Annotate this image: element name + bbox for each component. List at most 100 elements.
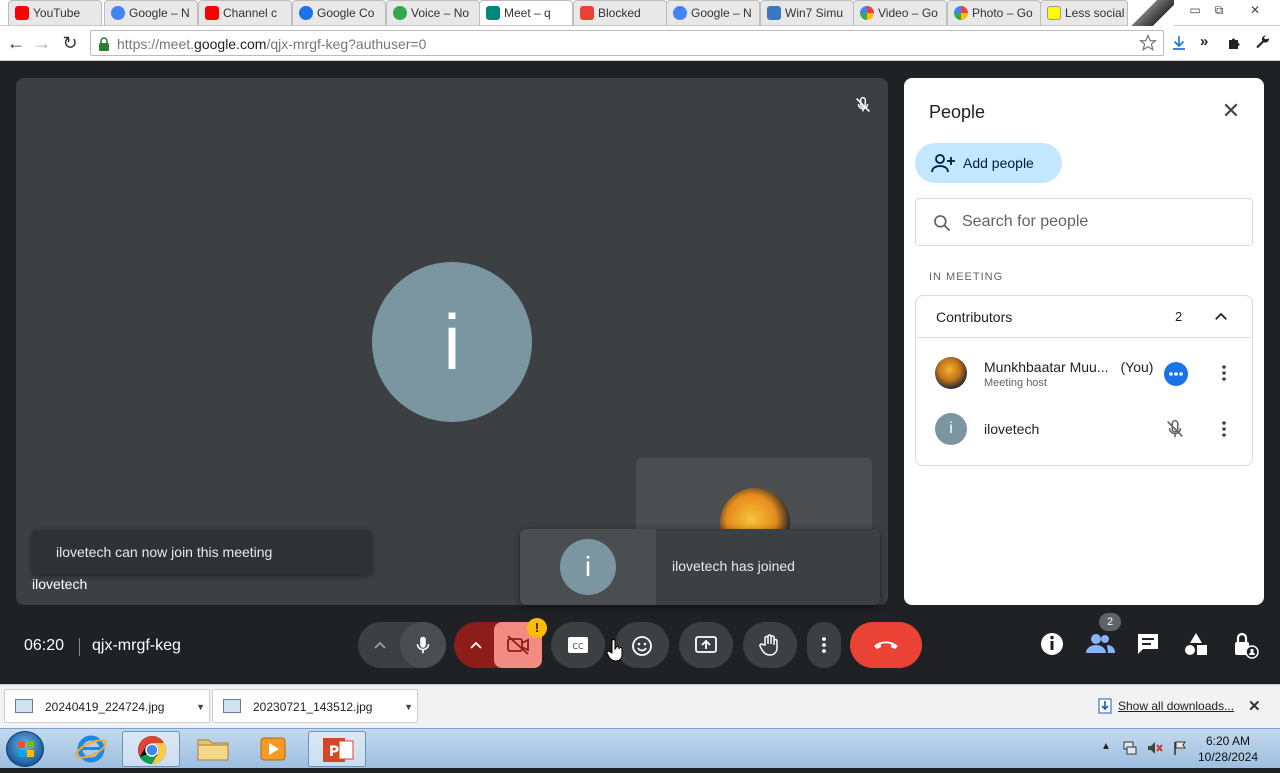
contributors-section: Contributors 2 Munkhbaatar Muu... (You) M…: [915, 295, 1253, 466]
close-window-button[interactable]: ✕: [1244, 2, 1266, 18]
people-count-badge: 2: [1099, 613, 1121, 631]
tray-date[interactable]: 10/28/2024: [1196, 750, 1260, 764]
windows-logo-icon: [18, 741, 34, 757]
taskbar-file-explorer[interactable]: [184, 731, 242, 767]
new-tab-button[interactable]: [1128, 0, 1174, 26]
emoji-icon: [632, 636, 652, 656]
back-icon[interactable]: ←: [4, 32, 28, 54]
toast-avatar: i: [560, 539, 616, 595]
taskbar-powerpoint[interactable]: P: [308, 731, 366, 767]
reload-icon[interactable]: ↻: [58, 32, 82, 54]
tab-win7[interactable]: Win7 Simu: [760, 0, 854, 25]
contributors-header[interactable]: Contributors 2: [916, 296, 1252, 338]
tab-google-2[interactable]: Google – N: [666, 0, 760, 25]
svg-text:CC: CC: [572, 642, 584, 651]
add-people-button[interactable]: Add people: [915, 143, 1062, 183]
host-controls-icon[interactable]: [1224, 624, 1264, 664]
present-screen-button[interactable]: [679, 622, 733, 668]
network-icon[interactable]: [1122, 740, 1138, 756]
tab-youtube[interactable]: YouTube: [8, 0, 102, 25]
browser-toolbar: ← → ↻ https://meet.google.com/qjx-mrgf-k…: [0, 26, 1280, 61]
more-options-icon[interactable]: [1216, 419, 1232, 439]
volume-muted-icon[interactable]: [1146, 740, 1164, 756]
taskbar-media-player[interactable]: [244, 731, 302, 767]
mic-off-icon[interactable]: [1164, 418, 1186, 440]
tray-expand-icon[interactable]: ▲: [1101, 741, 1111, 752]
more-options-icon[interactable]: [1216, 363, 1232, 383]
tab-voice[interactable]: Voice – No: [386, 0, 480, 25]
microphone-icon: [416, 636, 430, 654]
download-icon[interactable]: [1170, 34, 1188, 52]
google-icon: [673, 6, 687, 20]
tab-label: Meet – q: [504, 6, 551, 20]
close-icon[interactable]: ✕: [1248, 697, 1261, 715]
download-item[interactable]: 20230721_143512.jpg ▼: [212, 689, 418, 723]
panel-title: People: [929, 102, 986, 122]
tab-label: Google Co: [317, 6, 375, 20]
star-icon[interactable]: [1139, 34, 1157, 52]
powerpoint-icon: P: [323, 738, 354, 762]
svg-text:P: P: [329, 744, 339, 760]
more-options-button[interactable]: [807, 622, 841, 668]
chevron-down-icon[interactable]: ▼: [404, 690, 413, 724]
participant-row[interactable]: i ilovetech: [916, 401, 1252, 457]
tab-google-contacts[interactable]: Google Co: [292, 0, 386, 25]
minimize-button[interactable]: ▭: [1184, 2, 1206, 18]
participant-name-label: ilovetech: [32, 576, 88, 592]
join-permission-notice: ilovetech can now join this meeting: [32, 530, 372, 574]
meeting-details-icon[interactable]: [1032, 624, 1072, 664]
contributors-count: 2: [1175, 309, 1183, 324]
wrench-icon[interactable]: [1254, 34, 1272, 52]
extensions-overflow-icon[interactable]: »: [1200, 33, 1208, 50]
tab-label: Less social: [1065, 6, 1125, 20]
tray-time[interactable]: 6:20 AM: [1200, 734, 1256, 748]
tab-meet[interactable]: Meet – q: [479, 0, 573, 25]
download-filename: 20240419_224724.jpg: [45, 700, 165, 714]
download-item[interactable]: 20240419_224724.jpg ▼: [4, 689, 210, 723]
mic-control-group: [358, 622, 446, 668]
joined-toast: i ilovetech has joined: [520, 529, 880, 605]
tab-google-1[interactable]: Google – N: [104, 0, 198, 25]
leave-call-button[interactable]: [850, 622, 922, 668]
google-icon: [111, 6, 125, 20]
start-button[interactable]: [6, 731, 44, 767]
captions-button[interactable]: CC: [551, 622, 605, 668]
show-all-downloads-link[interactable]: Show all downloads...: [1118, 699, 1234, 713]
tab-less-social[interactable]: Less social: [1040, 0, 1128, 25]
taskbar-internet-explorer[interactable]: [62, 731, 120, 767]
search-input[interactable]: [962, 211, 1242, 233]
action-center-flag-icon[interactable]: [1172, 740, 1188, 756]
puzzle-icon[interactable]: [1226, 34, 1244, 52]
raise-hand-button[interactable]: [743, 622, 797, 668]
media-player-icon: [260, 737, 286, 761]
add-people-label: Add people: [963, 155, 1034, 171]
restore-button[interactable]: ⧉: [1208, 2, 1230, 18]
chat-icon[interactable]: [1128, 624, 1168, 664]
meeting-code: qjx-mrgf-keg: [92, 637, 181, 654]
url-domain: google.com: [194, 36, 267, 52]
participant-row[interactable]: Munkhbaatar Muu... (You) Meeting host: [916, 345, 1252, 401]
taskbar-chrome[interactable]: [122, 731, 180, 767]
close-icon[interactable]: ✕: [1220, 100, 1242, 122]
chevron-up-icon[interactable]: [372, 638, 388, 652]
tab-video[interactable]: Video – Go: [853, 0, 947, 25]
youtube-icon: [205, 6, 219, 20]
address-bar[interactable]: https://meet.google.com/qjx-mrgf-keg?aut…: [90, 30, 1164, 56]
more-vert-icon: [822, 637, 826, 653]
tab-blocked[interactable]: Blocked: [573, 0, 667, 25]
microphone-button[interactable]: [400, 622, 446, 668]
speaking-indicator-icon: [1164, 362, 1188, 386]
people-search[interactable]: [915, 198, 1253, 246]
self-view-tile[interactable]: [636, 458, 872, 538]
in-meeting-heading: IN MEETING: [929, 271, 1004, 283]
participant-name: Munkhbaatar Muu... (You): [984, 359, 1153, 375]
tab-channel[interactable]: Channel c: [198, 0, 292, 25]
chevron-up-icon[interactable]: [468, 638, 484, 652]
activities-icon[interactable]: [1176, 624, 1216, 664]
chevron-up-icon[interactable]: [1212, 308, 1230, 326]
tab-photo[interactable]: Photo – Go: [947, 0, 1041, 25]
forward-icon[interactable]: →: [30, 32, 54, 54]
voice-icon: [393, 6, 407, 20]
image-file-icon: [223, 699, 241, 713]
chevron-down-icon[interactable]: ▼: [196, 690, 205, 724]
